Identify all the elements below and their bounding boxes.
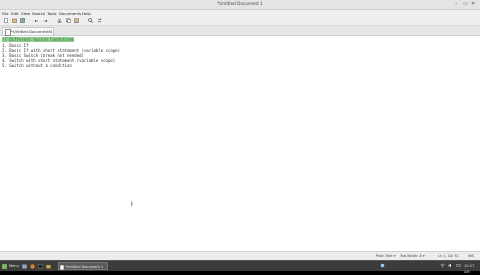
insert-mode: INS <box>468 254 474 258</box>
redo-icon[interactable] <box>43 18 48 23</box>
maximize-button[interactable]: ▭ <box>463 1 468 7</box>
clock[interactable]: 10:27 AM <box>464 263 480 275</box>
mouse-text-cursor: I <box>131 201 133 208</box>
terminal-icon[interactable] <box>38 263 43 269</box>
cut-icon[interactable] <box>57 18 62 23</box>
editor-line-1[interactable]: // Different Switch Conditions <box>2 37 75 42</box>
tab-width-selector[interactable]: Tab Width: 8 ▾ <box>400 253 425 260</box>
start-menu-button[interactable]: Menu <box>2 263 19 269</box>
menu-help[interactable]: Help <box>82 10 91 17</box>
editor-window: *Untitled Document 1 – ▭ ✕ File Edit Vie… <box>0 0 480 261</box>
paste-icon[interactable] <box>74 18 79 23</box>
minimize-button[interactable]: – <box>455 1 458 7</box>
volume-icon[interactable] <box>448 263 453 270</box>
browser-icon[interactable] <box>30 263 35 269</box>
text-editor-area[interactable]: // Different Switch Conditions 1. Basic … <box>0 36 480 251</box>
mint-logo-icon <box>2 263 7 269</box>
menu-bar: File Edit View Search Tools Documents He… <box>0 10 480 17</box>
taskbar: Menu *Untitled Document 1 10:27 AM <box>0 260 480 274</box>
editor-line-6[interactable]: 5. Switch without a condition <box>2 63 72 68</box>
close-button[interactable]: ✕ <box>471 1 475 7</box>
text-editor-icon <box>60 264 64 270</box>
title-bar: *Untitled Document 1 – ▭ ✕ <box>0 0 480 10</box>
tab-close-icon[interactable]: ✕ <box>48 28 51 35</box>
menu-file[interactable]: File <box>2 10 9 17</box>
taskbar-task-editor[interactable]: *Untitled Document 1 <box>58 262 108 270</box>
battery-icon[interactable] <box>456 263 461 270</box>
search-icon[interactable] <box>88 18 93 23</box>
network-icon[interactable] <box>440 263 445 270</box>
open-file-icon[interactable] <box>12 18 17 23</box>
show-desktop-icon[interactable] <box>22 263 27 269</box>
menu-documents[interactable]: Documents <box>59 10 81 17</box>
document-tab[interactable]: *Untitled Document 1 ✕ <box>2 27 54 36</box>
menu-view[interactable]: View <box>21 10 30 17</box>
files-icon[interactable] <box>46 263 51 269</box>
undo-icon[interactable] <box>34 18 39 23</box>
menu-edit[interactable]: Edit <box>11 10 19 17</box>
cursor-position: Ln 1, Col 31 <box>438 254 459 258</box>
menu-tools[interactable]: Tools <box>47 10 57 17</box>
new-file-icon[interactable] <box>3 18 8 23</box>
notification-icon[interactable] <box>380 263 385 270</box>
toolbar <box>0 17 480 26</box>
document-tab-bar: *Untitled Document 1 ✕ <box>0 26 480 36</box>
menu-search[interactable]: Search <box>32 10 45 17</box>
save-icon[interactable] <box>20 18 25 23</box>
language-selector[interactable]: Plain Text ▾ <box>376 253 395 260</box>
replace-icon[interactable] <box>97 18 102 23</box>
tab-label: *Untitled Document 1 <box>11 29 53 34</box>
window-title: *Untitled Document 1 <box>217 1 263 6</box>
start-menu-label: Menu <box>9 264 19 268</box>
copy-icon[interactable] <box>66 18 71 23</box>
